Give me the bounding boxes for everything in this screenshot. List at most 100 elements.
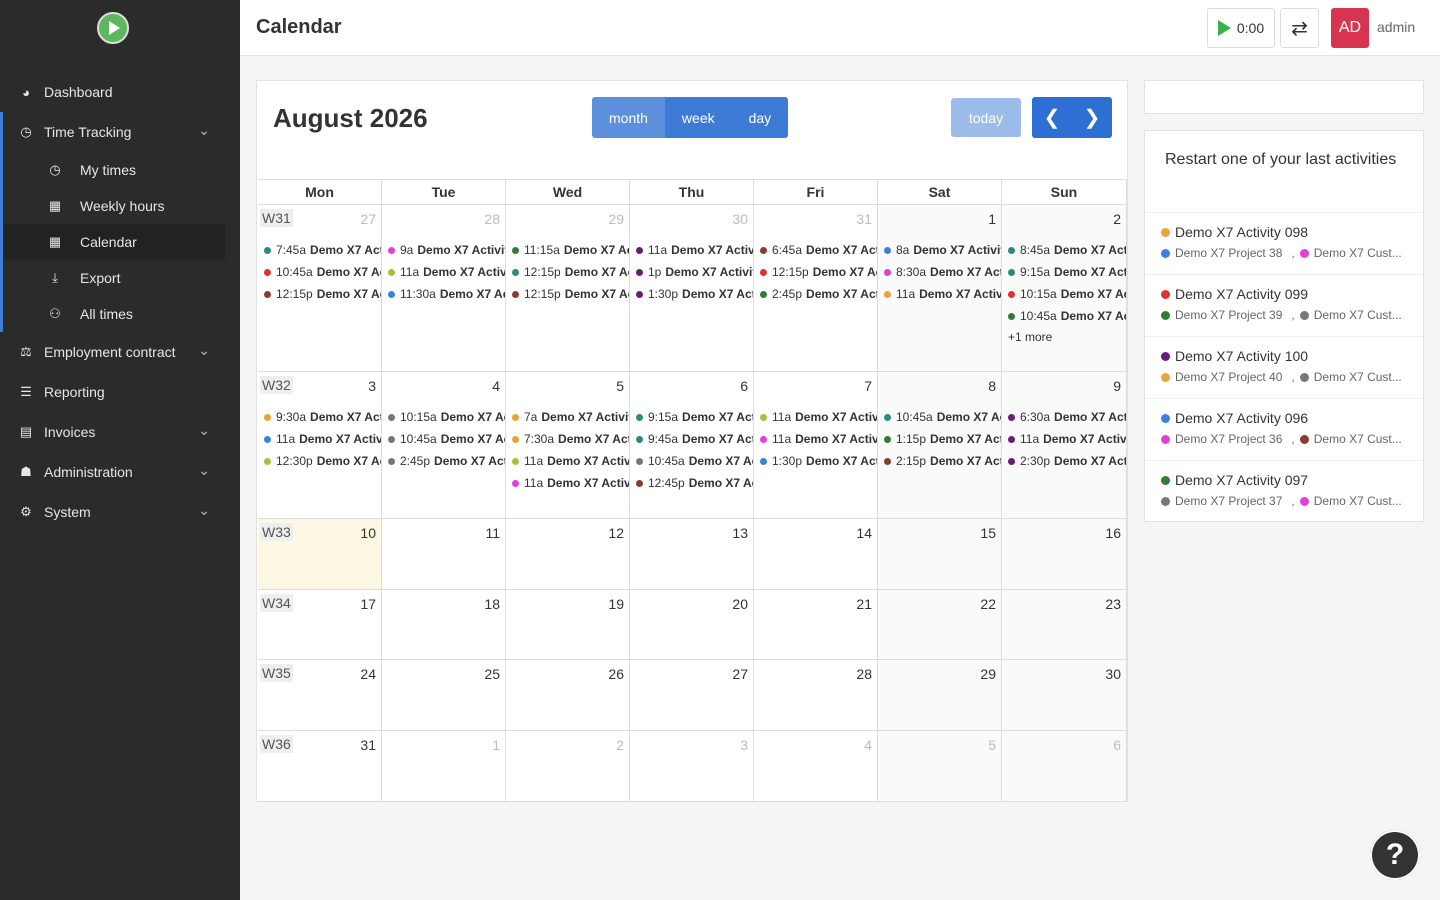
- calendar-event[interactable]: 11:30aDemo X7 Activity: [388, 283, 505, 305]
- calendar-event[interactable]: 9:15aDemo X7 Activity: [636, 406, 753, 428]
- sidebar-item-dashboard[interactable]: ◕ Dashboard: [0, 72, 240, 112]
- day-number[interactable]: 8: [988, 378, 996, 394]
- day-cell[interactable]: W35 24: [258, 660, 382, 730]
- day-number[interactable]: 28: [484, 211, 500, 227]
- calendar-event[interactable]: 11aDemo X7 Activity: [636, 239, 753, 261]
- recent-activity-item[interactable]: Demo X7 Activity 100 Demo X7 Project 40, D…: [1145, 337, 1423, 399]
- day-cell[interactable]: 5: [878, 731, 1002, 801]
- day-cell[interactable]: W3239:30aDemo X7 Activity11aDemo X7 Acti…: [258, 372, 382, 518]
- view-day-button[interactable]: day: [731, 97, 789, 138]
- calendar-event[interactable]: 8:30aDemo X7 Activity: [884, 261, 1001, 283]
- day-number[interactable]: 4: [492, 378, 500, 394]
- day-number[interactable]: 28: [856, 666, 872, 682]
- calendar-event[interactable]: 1:30pDemo X7 Activity: [760, 450, 877, 472]
- calendar-event[interactable]: 10:45aDemo X7 Activity: [884, 406, 1001, 428]
- calendar-event[interactable]: 11aDemo X7 Activity: [760, 406, 877, 428]
- recent-activity-item[interactable]: Demo X7 Activity 096 Demo X7 Project 36, D…: [1145, 399, 1423, 461]
- day-cell[interactable]: 410:15aDemo X7 Activity10:45aDemo X7 Act…: [382, 372, 506, 518]
- calendar-event[interactable]: 6:30aDemo X7 Activity: [1008, 406, 1126, 428]
- calendar-event[interactable]: 1:30pDemo X7 Activity: [636, 283, 753, 305]
- calendar-event[interactable]: 8aDemo X7 Activity: [884, 239, 1001, 261]
- day-cell[interactable]: W36 31: [258, 731, 382, 801]
- day-number[interactable]: 11: [485, 525, 500, 541]
- calendar-event[interactable]: 2:45pDemo X7 Activity: [388, 450, 505, 472]
- day-number[interactable]: 27: [732, 666, 748, 682]
- day-number[interactable]: 16: [1105, 525, 1121, 541]
- day-number[interactable]: 19: [608, 596, 624, 612]
- day-number[interactable]: 31: [856, 211, 872, 227]
- day-number[interactable]: 2: [616, 737, 624, 753]
- day-cell[interactable]: 23: [1002, 590, 1127, 659]
- day-number[interactable]: 21: [856, 596, 872, 612]
- calendar-event[interactable]: 7aDemo X7 Activity: [512, 406, 629, 428]
- day-cell[interactable]: 13: [630, 519, 754, 589]
- calendar-event[interactable]: 8:45aDemo X7 Activity: [1008, 239, 1126, 261]
- day-number[interactable]: 10: [360, 525, 376, 541]
- day-cell[interactable]: 14: [754, 519, 878, 589]
- calendar-event[interactable]: 11aDemo X7 Activity: [512, 472, 629, 494]
- sidebar-item-export[interactable]: ⤓ Export: [3, 260, 225, 296]
- day-cell[interactable]: 57aDemo X7 Activity7:30aDemo X7 Activity…: [506, 372, 630, 518]
- search-box[interactable]: [1144, 80, 1424, 114]
- calendar-event[interactable]: 1:15pDemo X7 Activity: [884, 428, 1001, 450]
- day-cell[interactable]: 711aDemo X7 Activity11aDemo X7 Activity1…: [754, 372, 878, 518]
- day-number[interactable]: 3: [740, 737, 748, 753]
- day-cell[interactable]: 316:45aDemo X7 Activity12:15pDemo X7 Act…: [754, 205, 878, 371]
- day-number[interactable]: 5: [616, 378, 624, 394]
- day-cell[interactable]: 12: [506, 519, 630, 589]
- calendar-event[interactable]: 9:15aDemo X7 Activity: [1008, 261, 1126, 283]
- day-cell[interactable]: 29: [878, 660, 1002, 730]
- day-cell[interactable]: 28: [754, 660, 878, 730]
- day-number[interactable]: 7: [864, 378, 872, 394]
- refresh-button[interactable]: ⇄: [1280, 8, 1319, 48]
- sidebar-item-reporting[interactable]: ☰ Reporting: [0, 372, 240, 412]
- day-number[interactable]: 30: [732, 211, 748, 227]
- calendar-event[interactable]: 10:45aDemo X7 Activity: [636, 450, 753, 472]
- day-cell[interactable]: 16: [1002, 519, 1127, 589]
- calendar-event[interactable]: 10:15aDemo X7 Activity: [388, 406, 505, 428]
- calendar-event[interactable]: 12:15pDemo X7 Activity: [512, 283, 629, 305]
- calendar-event[interactable]: 10:45aDemo X7 Activity: [1008, 305, 1126, 327]
- day-number[interactable]: 25: [484, 666, 500, 682]
- day-cell[interactable]: 30 11aDemo X7 Activity1pDemo X7 Activity1…: [630, 205, 754, 371]
- today-button[interactable]: today: [951, 98, 1021, 137]
- sidebar-item-my-times[interactable]: ◷ My times: [3, 152, 225, 188]
- day-number[interactable]: 4: [864, 737, 872, 753]
- day-cell[interactable]: 19: [506, 590, 630, 659]
- calendar-event[interactable]: 2:30pDemo X7 Activity: [1008, 450, 1126, 472]
- view-month-button[interactable]: month: [592, 97, 665, 138]
- calendar-event[interactable]: 12:15pDemo X7 Activity: [264, 283, 381, 305]
- day-number[interactable]: 2: [1113, 211, 1121, 227]
- day-number[interactable]: 31: [360, 737, 376, 753]
- sidebar-item-system[interactable]: ⚙ System ⌄: [0, 492, 240, 532]
- day-cell[interactable]: 2: [506, 731, 630, 801]
- avatar[interactable]: AD: [1331, 8, 1369, 48]
- app-logo[interactable]: [97, 12, 129, 44]
- day-cell[interactable]: 2911:15aDemo X7 Activity12:15pDemo X7 Ac…: [506, 205, 630, 371]
- sidebar-item-employment-contract[interactable]: ⚖ Employment contract ⌄: [0, 332, 240, 372]
- day-number[interactable]: 29: [608, 211, 624, 227]
- day-number[interactable]: 23: [1105, 596, 1121, 612]
- day-number[interactable]: 1: [988, 211, 996, 227]
- day-cell[interactable]: 2 8:45aDemo X7 Activity9:15aDemo X7 Activ…: [1002, 205, 1127, 371]
- calendar-event[interactable]: 9:30aDemo X7 Activity: [264, 406, 381, 428]
- day-cell[interactable]: 4: [754, 731, 878, 801]
- day-number[interactable]: 17: [360, 596, 376, 612]
- calendar-event[interactable]: 7:45aDemo X7 Activity: [264, 239, 381, 261]
- day-cell[interactable]: 27: [630, 660, 754, 730]
- username[interactable]: admin: [1377, 19, 1415, 35]
- help-button[interactable]: ?: [1370, 830, 1420, 880]
- day-cell[interactable]: W31277:45aDemo X7 Activity10:45aDemo X7 …: [258, 205, 382, 371]
- day-number[interactable]: 20: [732, 596, 748, 612]
- day-number[interactable]: 3: [368, 378, 376, 394]
- calendar-event[interactable]: 1pDemo X7 Activity: [636, 261, 753, 283]
- day-cell[interactable]: 28 9aDemo X7 Activity11aDemo X7 Activity1…: [382, 205, 506, 371]
- start-timer-button[interactable]: 0:00: [1207, 8, 1275, 48]
- calendar-event[interactable]: 12:15pDemo X7 Activity: [760, 261, 877, 283]
- day-cell[interactable]: 18: [382, 590, 506, 659]
- recent-activity-item[interactable]: Demo X7 Activity 097 Demo X7 Project 37, D…: [1145, 461, 1423, 523]
- calendar-event[interactable]: 11aDemo X7 Activity: [388, 261, 505, 283]
- calendar-event[interactable]: 9aDemo X7 Activity: [388, 239, 505, 261]
- day-number[interactable]: 13: [732, 525, 748, 541]
- day-cell[interactable]: 11: [382, 519, 506, 589]
